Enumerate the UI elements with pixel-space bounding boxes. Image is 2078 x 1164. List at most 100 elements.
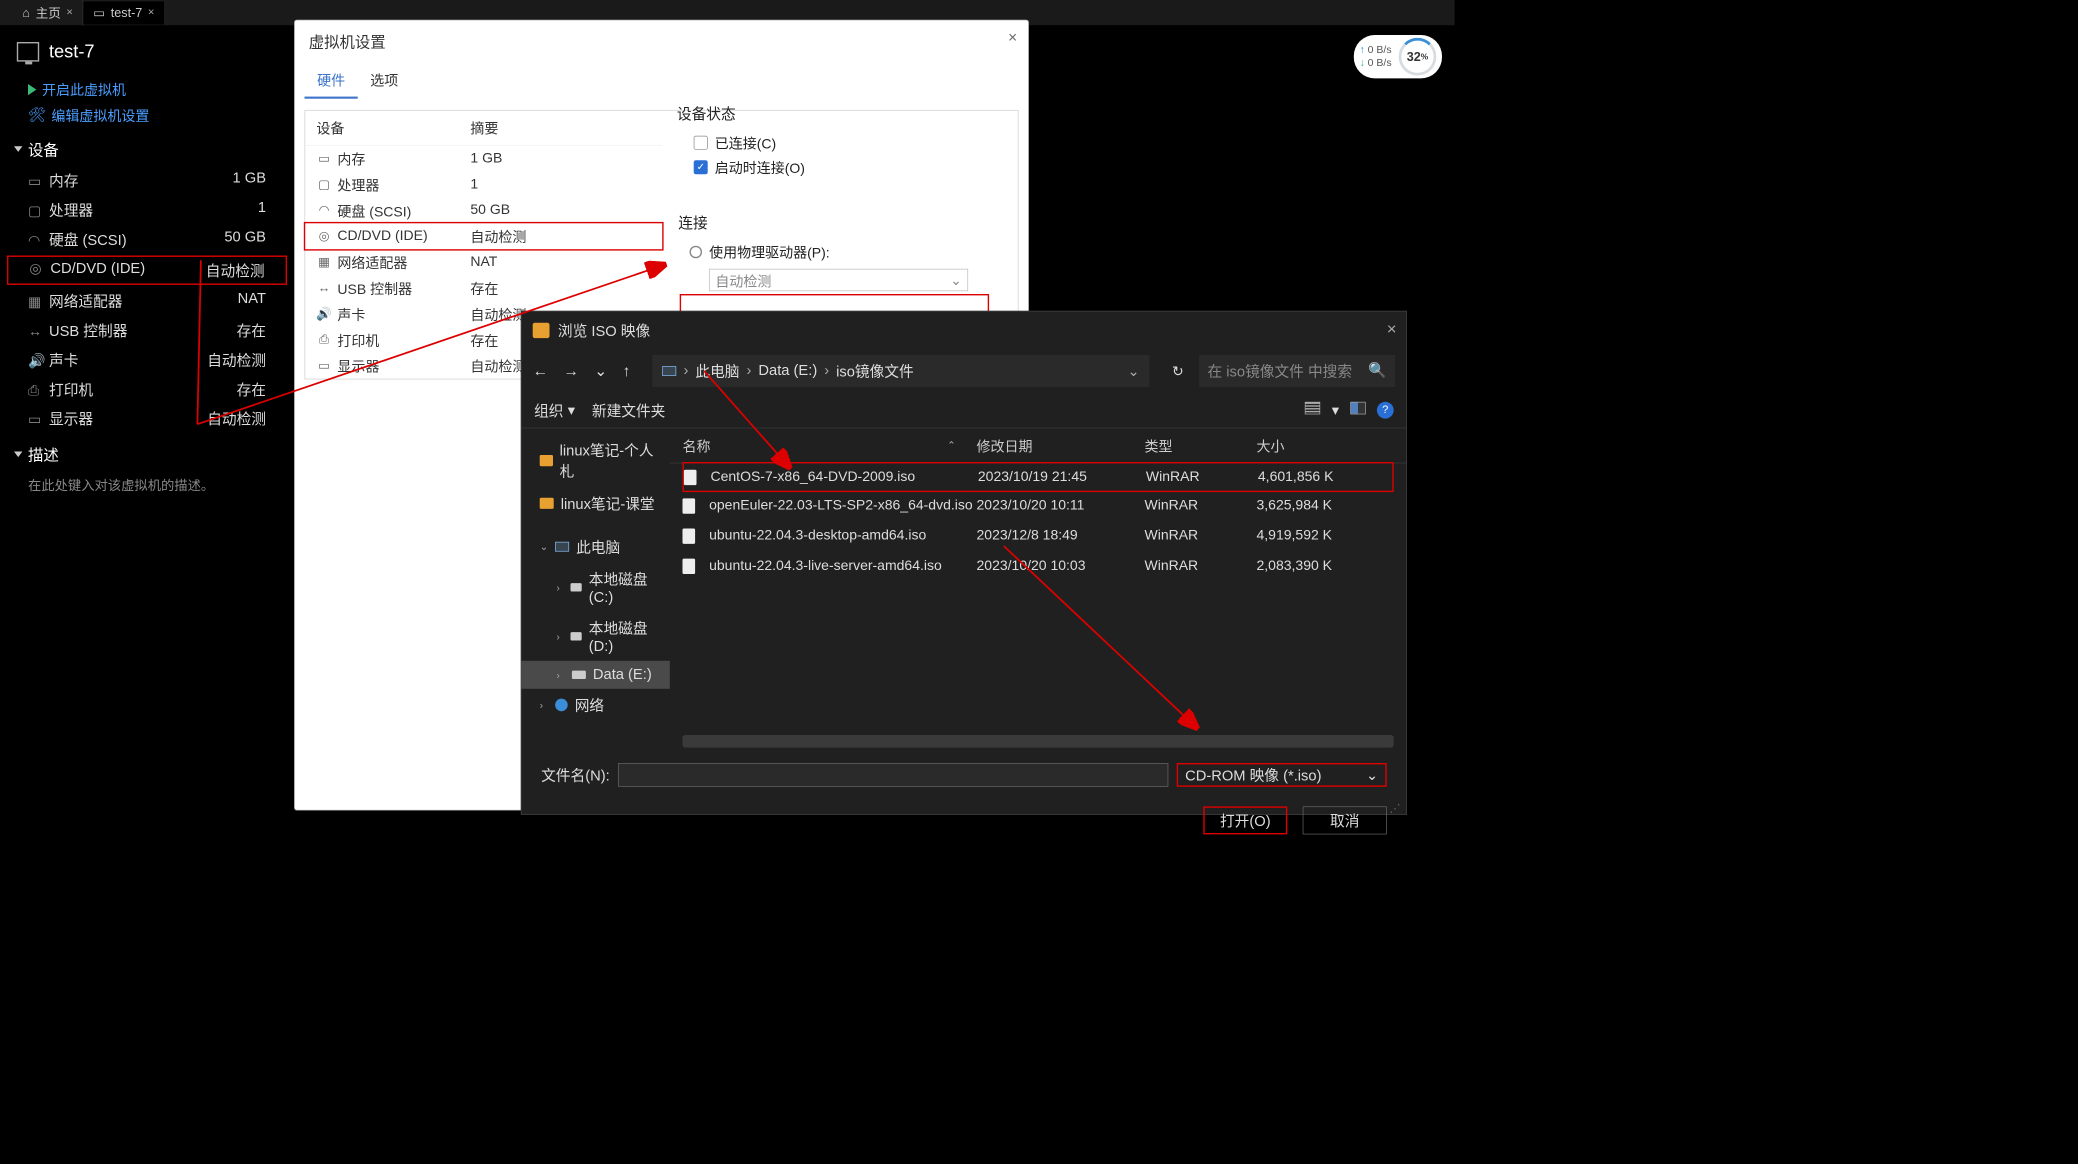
up-icon[interactable]: ↑ [623, 362, 631, 380]
device-value: 1 GB [232, 170, 266, 191]
device-icon: ▢ [28, 202, 43, 220]
device-name: 打印机 [337, 330, 379, 350]
device-value: 自动检测 [207, 408, 266, 429]
file-row[interactable]: openEuler-22.03-LTS-SP2-x86_64-dvd.iso20… [670, 491, 1406, 521]
tab-options[interactable]: 选项 [358, 62, 411, 98]
file-row[interactable]: ubuntu-22.04.3-live-server-amd64.iso2023… [670, 551, 1406, 581]
close-icon[interactable]: × [1008, 29, 1017, 47]
close-icon[interactable]: × [66, 6, 73, 19]
hardware-row[interactable]: ◠硬盘 (SCSI)50 GB [305, 197, 662, 223]
close-icon[interactable]: × [1387, 320, 1397, 340]
refresh-icon[interactable]: ↻ [1172, 362, 1184, 380]
organize-button[interactable]: 组织 ▾ [534, 400, 575, 421]
sidebar-folder[interactable]: linux笔记-课堂 [522, 487, 670, 519]
file-icon [683, 498, 696, 513]
desc-placeholder[interactable]: 在此处键入对该虚拟机的描述。 [0, 471, 294, 498]
physical-value: 自动检测 [715, 270, 771, 290]
close-icon[interactable]: × [148, 6, 155, 19]
connected-checkbox[interactable]: 已连接(C) [694, 132, 975, 152]
device-row[interactable]: ⎙打印机存在 [0, 375, 294, 404]
vm-sidebar: test-7 开启此虚拟机 🛠 编辑虚拟机设置 设备 ▭内存1 GB▢处理器1◠… [0, 32, 294, 498]
scrollbar[interactable] [683, 735, 1394, 748]
device-row[interactable]: ▭内存1 GB [0, 166, 294, 195]
device-row[interactable]: ▦网络适配器NAT [0, 286, 294, 315]
hardware-row[interactable]: ◎CD/DVD (IDE)自动检测 [304, 222, 664, 251]
chevron-down-icon[interactable]: ▾ [1332, 401, 1339, 419]
pc-icon [663, 366, 677, 376]
recent-icon[interactable]: ⌄ [594, 362, 607, 380]
device-value: 存在 [470, 330, 498, 350]
chevron-down-icon[interactable]: ⌄ [1127, 362, 1139, 380]
file-size: 4,919,592 K [1257, 528, 1394, 544]
chevron-right-icon[interactable]: › [540, 699, 548, 710]
wrench-icon: 🛠 [28, 106, 46, 124]
col-name[interactable]: 名称 [683, 435, 711, 455]
preview-icon[interactable] [1350, 401, 1365, 414]
sidebar-folder[interactable]: linux笔记-个人札 [522, 434, 670, 487]
resize-grip-icon[interactable]: ⋰ [1390, 807, 1403, 811]
col-type[interactable]: 类型 [1145, 435, 1257, 455]
list-header: 名称⌃ 修改日期 类型 大小 [670, 428, 1406, 463]
hardware-row[interactable]: ↔USB 控制器存在 [305, 275, 662, 301]
forward-icon[interactable]: → [564, 362, 579, 380]
sidebar-drive-e[interactable]: ›Data (E:) [522, 661, 670, 689]
device-row[interactable]: ◎CD/DVD (IDE)自动检测 [7, 256, 287, 285]
device-icon: ↔ [316, 282, 331, 295]
file-name: openEuler-22.03-LTS-SP2-x86_64-dvd.iso [709, 498, 973, 514]
device-row[interactable]: ▢处理器1 [0, 195, 294, 224]
device-row[interactable]: ▭显示器自动检测 [0, 404, 294, 433]
start-vm-link[interactable]: 开启此虚拟机 [0, 76, 294, 102]
open-button[interactable]: 打开(O) [1203, 806, 1287, 834]
vmware-icon [533, 323, 550, 338]
sidebar-network[interactable]: ›网络 [522, 689, 670, 721]
hardware-row[interactable]: ▦网络适配器NAT [305, 249, 662, 275]
drive-icon [570, 632, 581, 640]
filename-input[interactable] [618, 763, 1168, 787]
cancel-button[interactable]: 取消 [1303, 806, 1387, 834]
poweron-checkbox[interactable]: ✓ 启动时连接(O) [694, 157, 975, 177]
file-type-select[interactable]: CD-ROM 映像 (*.iso) ⌄ [1177, 763, 1387, 787]
device-icon: ▭ [28, 411, 43, 429]
device-value: NAT [470, 254, 497, 270]
edit-vm-link[interactable]: 🛠 编辑虚拟机设置 [0, 102, 294, 128]
back-icon[interactable]: ← [533, 362, 548, 380]
new-folder-button[interactable]: 新建文件夹 [592, 400, 666, 421]
desc-header[interactable]: 描述 [0, 433, 294, 471]
network-widget[interactable]: ↑ 0 B/s ↓ 0 B/s 32% [1354, 35, 1442, 78]
start-label: 开启此虚拟机 [42, 79, 126, 99]
tab-home[interactable]: ⌂ 主页 × [13, 0, 84, 26]
tab-hardware[interactable]: 硬件 [305, 62, 358, 98]
path-drive[interactable]: Data (E:) [758, 363, 817, 380]
chevron-right-icon[interactable]: › [557, 631, 564, 642]
physical-drive-select[interactable]: 自动检测 ⌄ [709, 269, 968, 291]
device-value: 存在 [470, 278, 498, 298]
file-row[interactable]: ubuntu-22.04.3-desktop-amd64.iso2023/12/… [670, 521, 1406, 551]
sidebar-this-pc[interactable]: ⌄此电脑 [522, 531, 670, 563]
tab-vm[interactable]: ▭ test-7 × [83, 1, 164, 24]
file-date: 2023/12/8 18:49 [977, 528, 1145, 544]
path-folder[interactable]: iso镜像文件 [836, 361, 914, 382]
devices-header[interactable]: 设备 [0, 128, 294, 166]
device-row[interactable]: ↔USB 控制器存在 [0, 316, 294, 345]
chevron-right-icon[interactable]: › [557, 582, 564, 593]
help-icon[interactable]: ? [1377, 401, 1394, 418]
physical-drive-radio[interactable]: 使用物理驱动器(P): [690, 242, 980, 262]
device-row[interactable]: ◠硬盘 (SCSI)50 GB [0, 225, 294, 254]
sidebar-drive-c[interactable]: ›本地磁盘 (C:) [522, 563, 670, 612]
file-dialog-titlebar: 浏览 ISO 映像 × [522, 312, 1407, 350]
hardware-row[interactable]: ▭内存1 GB [305, 146, 662, 172]
col-device: 设备 [316, 118, 470, 138]
path-pc[interactable]: 此电脑 [695, 361, 739, 382]
device-row[interactable]: 🔊声卡自动检测 [0, 345, 294, 374]
col-size[interactable]: 大小 [1257, 435, 1394, 455]
list-view-icon[interactable] [1305, 401, 1320, 414]
search-input[interactable]: 在 iso镜像文件 中搜索 🔍 [1199, 355, 1395, 387]
file-row[interactable]: CentOS-7-x86_64-DVD-2009.iso2023/10/19 2… [683, 462, 1394, 492]
sidebar-drive-d[interactable]: ›本地磁盘 (D:) [522, 612, 670, 661]
path-bar[interactable]: › 此电脑 › Data (E:) › iso镜像文件 ⌄ [653, 355, 1150, 387]
hardware-row[interactable]: ▢处理器1 [305, 172, 662, 198]
chevron-right-icon[interactable]: › [557, 669, 565, 680]
devices-header-label: 设备 [28, 138, 59, 160]
chevron-down-icon[interactable]: ⌄ [540, 541, 548, 553]
col-date[interactable]: 修改日期 [977, 435, 1145, 455]
